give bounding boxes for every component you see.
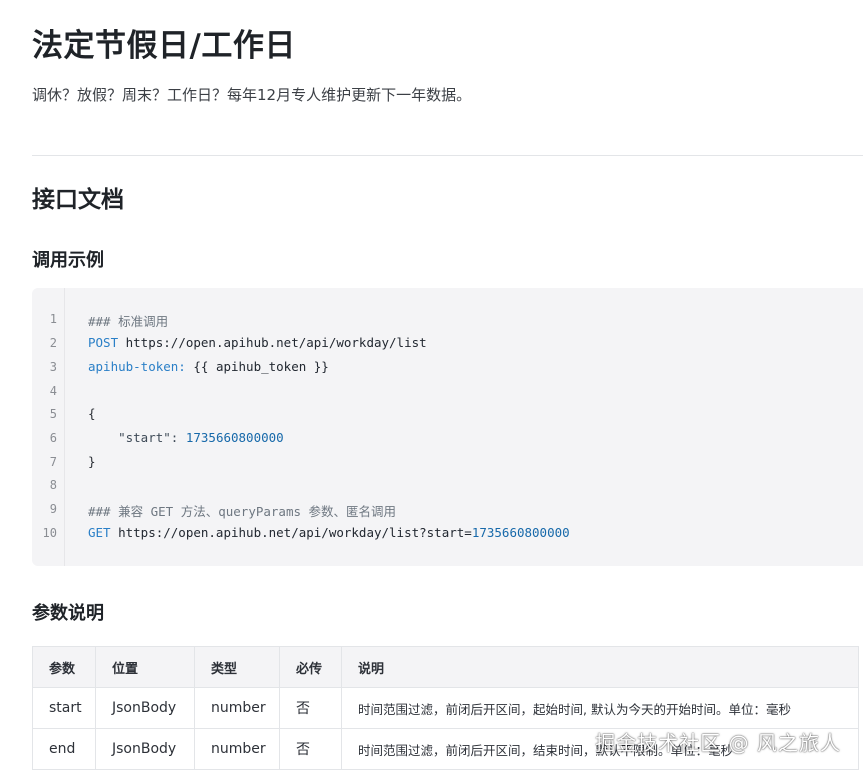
code-line-1: ### 标准调用 [88,311,168,330]
section-heading-params: 参数说明 [32,603,104,624]
page-subtitle: 调休？放假？周末？工作日？每年12月专人维护更新下一年数据。 [32,86,472,104]
code-line-5: { [88,406,96,421]
table-row: start JsonBody number 否 时间范围过滤，前闭后开区间，起始… [32,687,859,729]
divider [32,155,863,156]
line-number: 6 [49,431,57,445]
table-cell: number [194,687,280,729]
query-value: 1735660800000 [471,525,570,540]
code-line-7: } [88,454,96,469]
line-number: 10 [42,526,57,540]
column-header: 类型 [194,646,280,688]
column-header: 说明 [341,646,859,688]
line-number: 1 [49,312,57,326]
code-block: 1 2 3 4 5 6 7 8 9 10 ### 标准调用 POST https… [32,288,863,566]
line-number: 8 [49,478,57,492]
table-cell: end [32,728,96,770]
line-number: 9 [49,502,57,516]
line-number: 5 [49,407,57,421]
request-url: https://open.apihub.net/api/workday/list [118,335,427,350]
line-number-gutter: 1 2 3 4 5 6 7 8 9 10 [32,288,65,566]
json-key: "start": [88,430,186,445]
code-line-2: POST https://open.apihub.net/api/workday… [88,335,427,350]
line-number: 3 [49,360,57,374]
code-line-3: apihub-token: {{ apihub_token }} [88,359,329,374]
http-method: GET [88,525,111,540]
column-header: 位置 [95,646,195,688]
column-header: 必传 [279,646,342,688]
line-number: 7 [49,455,57,469]
section-heading-example: 调用示例 [32,250,104,271]
json-value: 1735660800000 [185,430,284,445]
table-cell: JsonBody [95,687,195,729]
code-comment: ### 标准调用 [88,314,169,329]
header-value: {{ apihub_token }} [185,359,329,374]
table-cell: 否 [279,728,342,770]
code-line-9: ### 兼容 GET 方法、queryParams 参数、匿名调用 [88,501,396,520]
section-heading-api-doc: 接口文档 [32,187,124,213]
line-number: 4 [49,384,57,398]
code-line-10: GET https://open.apihub.net/api/workday/… [88,525,570,540]
code-line-6: "start": 1735660800000 [88,430,284,445]
page-title: 法定节假日/工作日 [32,28,296,64]
json-brace-close: } [88,454,96,469]
code-comment: ### 兼容 GET 方法、queryParams 参数、匿名调用 [88,504,397,519]
json-brace-open: { [88,406,96,421]
table-header-row: 参数 位置 类型 必传 说明 [32,646,859,688]
table-cell: start [32,687,96,729]
table-cell: number [194,728,280,770]
column-header: 参数 [32,646,96,688]
request-url: https://open.apihub.net/api/workday/list… [110,525,472,540]
http-method: POST [88,335,119,350]
watermark: 掘金技术社区 @ 风之旅人 [595,731,841,755]
table-cell: JsonBody [95,728,195,770]
header-key: apihub-token: [88,359,186,374]
table-cell: 否 [279,687,342,729]
table-cell: 时间范围过滤，前闭后开区间，起始时间, 默认为今天的开始时间。单位：毫秒 [341,687,859,729]
line-number: 2 [49,336,57,350]
